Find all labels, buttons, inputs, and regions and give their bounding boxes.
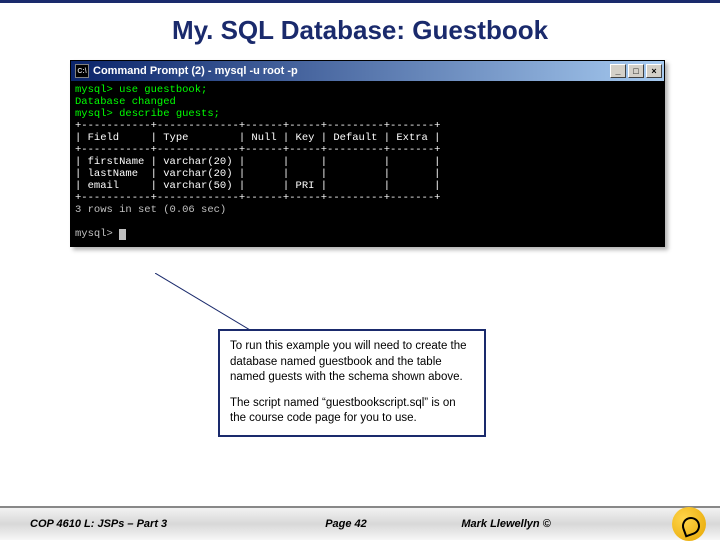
slide-title: My. SQL Database: Guestbook xyxy=(0,15,720,46)
info-callout-box: To run this example you will need to cre… xyxy=(218,329,486,437)
cmd-line: mysql> use guestbook; xyxy=(75,84,207,96)
close-button[interactable]: × xyxy=(646,64,662,78)
cmd-row: | lastName | varchar(20) | | | | | xyxy=(75,168,440,180)
cmd-border: +-----------+-------------+------+-----+… xyxy=(75,144,440,156)
cmd-header: | Field | Type | Null | Key | Default | … xyxy=(75,132,440,144)
cmd-border: +-----------+-------------+------+-----+… xyxy=(75,120,440,132)
cmd-prompt: mysql> xyxy=(75,228,119,240)
footer-author: Mark Llewellyn © xyxy=(451,518,672,530)
cmd-titlebar: C:\ Command Prompt (2) - mysql -u root -… xyxy=(71,61,664,81)
info-paragraph-1: To run this example you will need to cre… xyxy=(230,339,474,386)
cmd-body: mysql> use guestbook; Database changed m… xyxy=(71,81,664,246)
cmd-line: mysql> describe guests; xyxy=(75,108,220,120)
cmd-border: +-----------+-------------+------+-----+… xyxy=(75,192,440,204)
cmd-row: | firstName | varchar(20) | | | | | xyxy=(75,156,440,168)
cmd-result: 3 rows in set (0.06 sec) xyxy=(75,204,226,216)
command-prompt-window: C:\ Command Prompt (2) - mysql -u root -… xyxy=(70,60,665,247)
cmd-icon: C:\ xyxy=(75,64,89,78)
cmd-window-title: Command Prompt (2) - mysql -u root -p xyxy=(93,65,610,77)
cursor-icon xyxy=(119,229,126,240)
footer-course: COP 4610 L: JSPs – Part 3 xyxy=(0,518,241,530)
maximize-button[interactable]: □ xyxy=(628,64,644,78)
ucf-logo-icon xyxy=(672,507,706,541)
window-buttons: _ □ × xyxy=(610,64,664,78)
info-paragraph-2: The script named “guestbookscript.sql” i… xyxy=(230,396,474,427)
footer-page: Page 42 xyxy=(241,518,452,530)
cmd-row: | email | varchar(50) | | PRI | | | xyxy=(75,180,440,192)
minimize-button[interactable]: _ xyxy=(610,64,626,78)
slide-footer: COP 4610 L: JSPs – Part 3 Page 42 Mark L… xyxy=(0,506,720,540)
cmd-line: Database changed xyxy=(75,96,176,108)
